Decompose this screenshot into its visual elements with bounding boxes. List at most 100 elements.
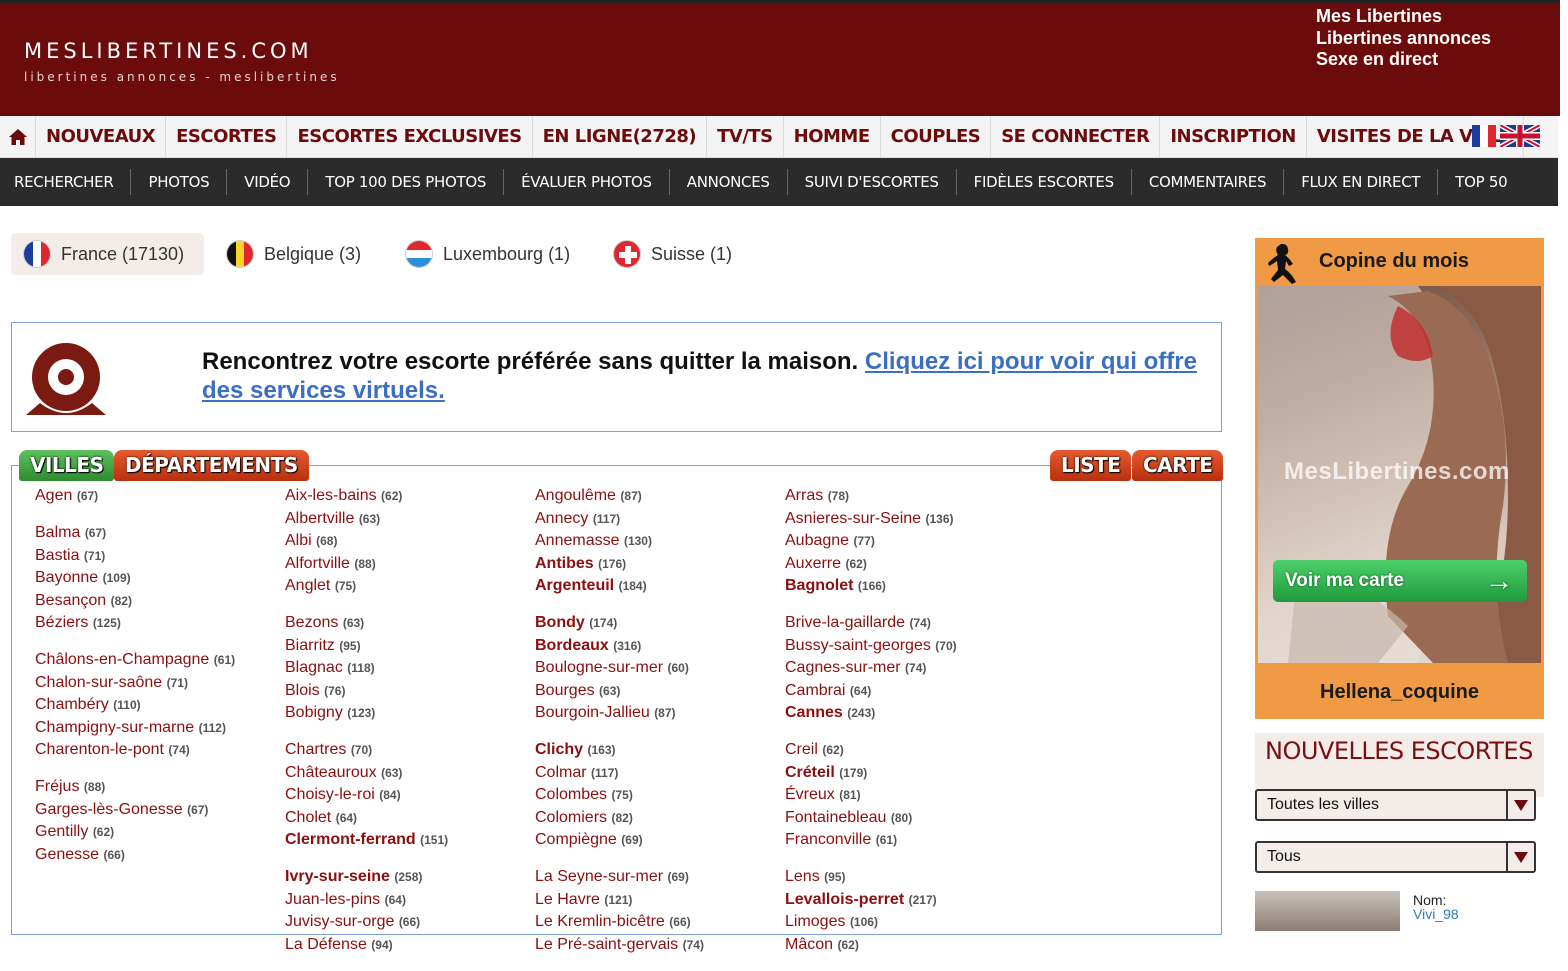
city-link[interactable]: Chalon-sur-saône (71)	[35, 672, 285, 695]
subnav-rechercher[interactable]: RECHERCHER	[0, 169, 132, 195]
header-link-sexe-direct[interactable]: Sexe en direct	[1316, 49, 1491, 71]
nav-se-connecter[interactable]: SE CONNECTER	[991, 116, 1161, 157]
tab-villes[interactable]: VILLES	[19, 450, 115, 481]
city-link[interactable]: Albi (68)	[285, 530, 535, 553]
city-link[interactable]: Le Kremlin-bicêtre (66)	[535, 911, 785, 934]
tab-departements[interactable]: DÉPARTEMENTS	[114, 450, 309, 481]
nav-homme[interactable]: HOMME	[784, 116, 881, 157]
city-link[interactable]: Garges-lès-Gonesse (67)	[35, 799, 285, 822]
type-select[interactable]: Tous	[1255, 841, 1536, 873]
city-link[interactable]: Cagnes-sur-mer (74)	[785, 657, 1035, 680]
home-button[interactable]	[0, 116, 36, 157]
nav-escortes[interactable]: ESCORTES	[166, 116, 288, 157]
header-link-mes-libertines[interactable]: Mes Libertines	[1316, 6, 1491, 28]
nav-inscription[interactable]: INSCRIPTION	[1160, 116, 1307, 157]
french-flag-icon[interactable]	[1472, 125, 1496, 147]
uk-flag-icon[interactable]	[1500, 125, 1540, 147]
city-link[interactable]: Aix-les-bains (62)	[285, 485, 535, 508]
city-link[interactable]: Champigny-sur-marne (112)	[35, 717, 285, 740]
subnav-evaluer[interactable]: ÉVALUER PHOTOS	[504, 169, 670, 195]
city-link[interactable]: Auxerre (62)	[785, 553, 1035, 576]
nav-nouveaux[interactable]: NOUVEAUX	[36, 116, 167, 157]
view-liste-button[interactable]: LISTE	[1050, 450, 1132, 481]
city-link[interactable]: Bastia (71)	[35, 545, 285, 568]
city-link[interactable]: Agen (67)	[35, 485, 285, 508]
city-link[interactable]: Anglet (75)	[285, 575, 535, 598]
city-link[interactable]: Chambéry (110)	[35, 694, 285, 717]
city-link[interactable]: Mâcon (62)	[785, 934, 1035, 957]
city-link[interactable]: Compiègne (69)	[535, 829, 785, 852]
city-link[interactable]: Colomiers (82)	[535, 807, 785, 830]
nav-couples[interactable]: COUPLES	[881, 116, 992, 157]
city-link[interactable]: Blagnac (118)	[285, 657, 535, 680]
city-link[interactable]: Bussy-saint-georges (70)	[785, 635, 1035, 658]
city-link[interactable]: Colombes (75)	[535, 784, 785, 807]
city-link[interactable]: Brive-la-gaillarde (74)	[785, 612, 1035, 635]
city-link[interactable]: Gentilly (62)	[35, 821, 285, 844]
copine-photo[interactable]: MesLibertines.com	[1258, 286, 1541, 663]
subnav-video[interactable]: VIDÉO	[227, 169, 309, 195]
country-tab-france[interactable]: France (17130)	[11, 233, 204, 275]
subnav-flux[interactable]: FLUX EN DIRECT	[1284, 169, 1439, 195]
city-link[interactable]: Bagnolet (166)	[785, 575, 1035, 598]
country-tab-luxembourg[interactable]: Luxembourg (1)	[393, 233, 582, 275]
city-link[interactable]: Clermont-ferrand (151)	[285, 829, 535, 852]
city-link[interactable]: Bondy (174)	[535, 612, 785, 635]
city-link[interactable]: Clichy (163)	[535, 739, 785, 762]
nav-tv-ts[interactable]: TV/TS	[707, 116, 784, 157]
city-link[interactable]: Balma (67)	[35, 522, 285, 545]
nav-escortes-exclusives[interactable]: ESCORTES EXCLUSIVES	[287, 116, 533, 157]
city-link[interactable]: Angoulême (87)	[535, 485, 785, 508]
subnav-commentaires[interactable]: COMMENTAIRES	[1132, 169, 1285, 195]
city-link[interactable]: Fréjus (88)	[35, 776, 285, 799]
city-link[interactable]: Juan-les-pins (64)	[285, 889, 535, 912]
country-tab-belgique[interactable]: Belgique (3)	[214, 233, 373, 275]
header-link-annonces[interactable]: Libertines annonces	[1316, 28, 1491, 50]
city-link[interactable]: Bourges (63)	[535, 680, 785, 703]
city-link[interactable]: Argenteuil (184)	[535, 575, 785, 598]
city-link[interactable]: Arras (78)	[785, 485, 1035, 508]
subnav-top50[interactable]: TOP 50	[1438, 169, 1524, 195]
city-link[interactable]: Biarritz (95)	[285, 635, 535, 658]
city-link[interactable]: Cambrai (64)	[785, 680, 1035, 703]
city-link[interactable]: Albertville (63)	[285, 508, 535, 531]
city-link[interactable]: Ivry-sur-seine (258)	[285, 866, 535, 889]
subnav-fideles[interactable]: FIDÈLES ESCORTES	[957, 169, 1132, 195]
city-link[interactable]: Le Havre (121)	[535, 889, 785, 912]
city-link[interactable]: Châteauroux (63)	[285, 762, 535, 785]
city-link[interactable]: Creil (62)	[785, 739, 1035, 762]
nom-value[interactable]: Vivi_98	[1413, 906, 1459, 922]
city-link[interactable]: Châlons-en-Champagne (61)	[35, 649, 285, 672]
city-link[interactable]: Levallois-perret (217)	[785, 889, 1035, 912]
city-link[interactable]: Chartres (70)	[285, 739, 535, 762]
city-link[interactable]: Antibes (176)	[535, 553, 785, 576]
city-link[interactable]: Fontainebleau (80)	[785, 807, 1035, 830]
city-link[interactable]: Bobigny (123)	[285, 702, 535, 725]
city-link[interactable]: La Seyne-sur-mer (69)	[535, 866, 785, 889]
city-link[interactable]: Béziers (125)	[35, 612, 285, 635]
city-link[interactable]: Bourgoin-Jallieu (87)	[535, 702, 785, 725]
escort-thumbnail[interactable]	[1255, 891, 1400, 931]
city-link[interactable]: Colmar (117)	[535, 762, 785, 785]
city-link[interactable]: Annecy (117)	[535, 508, 785, 531]
city-link[interactable]: Asnieres-sur-Seine (136)	[785, 508, 1035, 531]
city-link[interactable]: Charenton-le-pont (74)	[35, 739, 285, 762]
voir-ma-carte-button[interactable]: Voir ma carte →	[1273, 560, 1527, 602]
subnav-annonces[interactable]: ANNONCES	[670, 169, 788, 195]
city-select[interactable]: Toutes les villes	[1255, 789, 1536, 821]
city-link[interactable]: Évreux (81)	[785, 784, 1035, 807]
city-link[interactable]: Le Pré-saint-gervais (74)	[535, 934, 785, 957]
city-link[interactable]: Annemasse (130)	[535, 530, 785, 553]
site-logo[interactable]: MESLIBERTINES.COM	[24, 39, 313, 63]
view-carte-button[interactable]: CARTE	[1132, 450, 1224, 481]
city-link[interactable]: Alfortville (88)	[285, 553, 535, 576]
country-tab-suisse[interactable]: Suisse (1)	[601, 233, 744, 275]
city-link[interactable]: Bordeaux (316)	[535, 635, 785, 658]
city-link[interactable]: Cholet (64)	[285, 807, 535, 830]
subnav-photos[interactable]: PHOTOS	[131, 169, 228, 195]
city-link[interactable]: Bayonne (109)	[35, 567, 285, 590]
city-link[interactable]: Limoges (106)	[785, 911, 1035, 934]
subnav-suivi[interactable]: SUIVI D'ESCORTES	[788, 169, 957, 195]
city-link[interactable]: Blois (76)	[285, 680, 535, 703]
copine-name[interactable]: Hellena_coquine	[1255, 681, 1544, 704]
